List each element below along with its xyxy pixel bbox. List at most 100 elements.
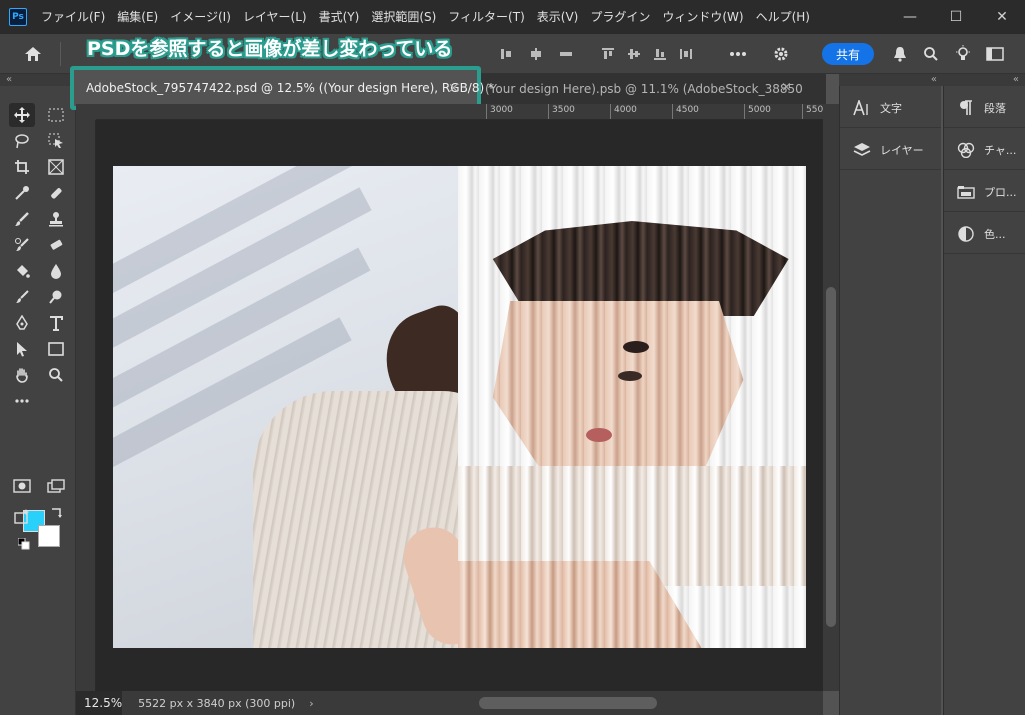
document-image[interactable] <box>113 166 806 648</box>
discover-lightbulb-icon[interactable] <box>953 44 973 64</box>
panel-character[interactable]: 文字 <box>840 88 941 128</box>
menu-select[interactable]: 選択範囲(S) <box>365 0 442 34</box>
tab-close-icon[interactable]: × <box>781 80 792 95</box>
menu-type[interactable]: 書式(Y) <box>313 0 366 34</box>
paint-bucket-tool[interactable] <box>9 259 35 283</box>
vertical-scroll-thumb[interactable] <box>826 287 836 627</box>
panel-label: チャ... <box>984 143 1017 157</box>
blur-tool[interactable] <box>43 259 69 283</box>
panel-channels[interactable]: チャ... <box>944 130 1025 170</box>
share-button[interactable]: 共有 <box>822 43 874 65</box>
type-tool[interactable] <box>43 311 69 335</box>
stamp-icon <box>49 212 63 227</box>
path-select-tool[interactable] <box>9 337 35 361</box>
ruler-tick <box>744 104 745 119</box>
menu-plugins[interactable]: プラグイン <box>584 0 656 34</box>
vertical-scrollbar[interactable] <box>823 104 839 691</box>
ruler-tick <box>610 104 611 119</box>
ruler-label: 550 <box>806 105 823 115</box>
color-icon <box>956 224 976 244</box>
menu-filter[interactable]: フィルター(T) <box>442 0 530 34</box>
quick-mask-tool[interactable] <box>9 474 35 498</box>
screen-mode-tool[interactable] <box>43 474 69 498</box>
menu-edit[interactable]: 編集(E) <box>111 0 164 34</box>
panel-label: 色... <box>984 227 1006 241</box>
search-icon[interactable] <box>921 44 941 64</box>
distribute-bottom-icon[interactable] <box>650 44 670 64</box>
history-brush-tool[interactable] <box>9 233 35 257</box>
panel-color[interactable]: 色... <box>944 214 1025 254</box>
zoom-tool[interactable] <box>43 363 69 387</box>
tab-inactive-document[interactable]: (Your design Here).psb @ 11.1% (AdobeSto… <box>485 78 803 100</box>
paragraph-icon <box>956 98 976 118</box>
zoom-level-field[interactable]: 12.5% <box>76 691 123 715</box>
healing-brush-tool[interactable] <box>43 181 69 205</box>
distribute-horizontal-icon[interactable] <box>676 44 696 64</box>
frame-tool[interactable] <box>43 155 69 179</box>
eraser-tool[interactable] <box>43 233 69 257</box>
menu-window[interactable]: ウィンドウ(W) <box>656 0 749 34</box>
canvas-area[interactable] <box>96 120 823 691</box>
lasso-tool[interactable] <box>9 129 35 153</box>
move-icon <box>14 107 30 123</box>
align-right-icon[interactable] <box>556 44 576 64</box>
history-brush-icon <box>15 238 29 251</box>
move-tool[interactable] <box>9 103 35 127</box>
menu-file[interactable]: ファイル(F) <box>35 0 111 34</box>
paint-bucket-icon <box>17 265 30 278</box>
ruler-label: 5000 <box>748 105 771 115</box>
droplet-icon <box>51 264 61 279</box>
screen-mode-icon <box>47 479 65 493</box>
eyedropper-tool[interactable] <box>9 181 35 205</box>
status-menu-arrow-icon[interactable]: › <box>309 697 313 710</box>
horizontal-scroll-thumb[interactable] <box>479 697 657 709</box>
frame-icon <box>48 159 64 175</box>
tab-close-icon[interactable]: × <box>448 81 459 96</box>
settings-gear-icon[interactable] <box>771 44 791 64</box>
brush-tool[interactable] <box>9 207 35 231</box>
horizontal-scrollbar[interactable] <box>311 691 823 715</box>
generate-image-tool[interactable] <box>9 504 35 528</box>
object-select-tool[interactable] <box>43 129 69 153</box>
hand-tool[interactable] <box>9 363 35 387</box>
minimize-button[interactable]: — <box>887 0 933 34</box>
dodge-tool[interactable] <box>9 285 35 309</box>
panels-collapse-strip-2[interactable]: « <box>943 74 1025 86</box>
rectangle-icon <box>48 342 64 356</box>
menu-view[interactable]: 表示(V) <box>531 0 585 34</box>
distribute-middle-icon[interactable] <box>624 44 644 64</box>
clone-stamp-tool[interactable] <box>43 207 69 231</box>
notifications-bell-icon[interactable] <box>890 44 910 64</box>
background-color-swatch[interactable] <box>38 525 60 547</box>
align-center-icon[interactable] <box>526 44 546 64</box>
panel-paragraph[interactable]: 段落 <box>944 88 1025 128</box>
menu-help[interactable]: ヘルプ(H) <box>750 0 816 34</box>
default-colors-icon[interactable] <box>17 537 30 550</box>
crop-tool[interactable] <box>9 155 35 179</box>
close-button[interactable]: ✕ <box>979 0 1025 34</box>
generate-image-icon <box>14 509 29 524</box>
pen-tool[interactable] <box>9 311 35 335</box>
tools-collapse-strip[interactable]: « <box>0 74 76 86</box>
panel-layers[interactable]: レイヤー <box>840 130 941 170</box>
ruler-label: 4500 <box>676 105 699 115</box>
menu-image[interactable]: イメージ(I) <box>164 0 237 34</box>
more-options-icon[interactable] <box>728 44 748 64</box>
rectangle-tool[interactable] <box>43 337 69 361</box>
tool-panel <box>0 86 76 715</box>
zoom-lens-tool[interactable] <box>43 285 69 309</box>
arrow-select-icon <box>17 342 27 357</box>
panels-collapse-strip-1[interactable]: « <box>839 74 943 86</box>
home-button[interactable] <box>16 42 50 66</box>
panel-properties[interactable]: プロ... <box>944 172 1025 212</box>
workspace-icon[interactable] <box>985 44 1005 64</box>
menu-layer[interactable]: レイヤー(L) <box>237 0 313 34</box>
maximize-button[interactable]: ☐ <box>933 0 979 34</box>
more-tools[interactable] <box>9 389 35 413</box>
marquee-tool[interactable] <box>43 103 69 127</box>
swap-colors-icon[interactable] <box>50 505 64 519</box>
distribute-top-icon[interactable] <box>598 44 618 64</box>
status-bar: 12.5% 5522 px x 3840 px (300 ppi) › <box>76 691 314 715</box>
panel-label: レイヤー <box>880 143 924 157</box>
align-left-icon[interactable] <box>496 44 516 64</box>
